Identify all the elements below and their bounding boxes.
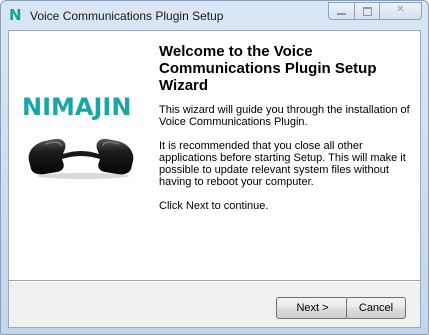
next-button[interactable]: Next > xyxy=(276,297,349,319)
welcome-heading: Welcome to the Voice Communications Plug… xyxy=(159,43,377,94)
title-bar[interactable]: N Voice Communications Plugin Setup xyxy=(1,1,428,29)
setup-window: N Voice Communications Plugin Setup NIMA… xyxy=(0,0,429,335)
close-button[interactable] xyxy=(379,2,422,20)
minimize-button[interactable] xyxy=(328,2,354,20)
wizard-client-area: NIMAJIN Welcome to the Voice Communicati… xyxy=(8,30,421,328)
cancel-button[interactable]: Cancel xyxy=(346,297,406,319)
continue-instruction: Click Next to continue. xyxy=(159,200,269,212)
caption-buttons xyxy=(328,2,422,20)
welcome-panel: Welcome to the Voice Communications Plug… xyxy=(159,43,414,224)
intro-text: This wizard will guide you through the i… xyxy=(159,104,410,128)
telephone-handset-icon xyxy=(28,138,134,179)
branding-panel: NIMAJIN xyxy=(9,31,151,280)
nimajin-logo: NIMAJIN xyxy=(22,93,132,121)
window-title: Voice Communications Plugin Setup xyxy=(30,9,224,23)
footer-divider xyxy=(9,280,420,282)
maximize-button[interactable] xyxy=(354,2,379,20)
nimajin-n-icon: N xyxy=(9,6,22,24)
wizard-content: NIMAJIN Welcome to the Voice Communicati… xyxy=(9,31,420,280)
recommendation-text: It is recommended that you close all oth… xyxy=(159,140,406,188)
